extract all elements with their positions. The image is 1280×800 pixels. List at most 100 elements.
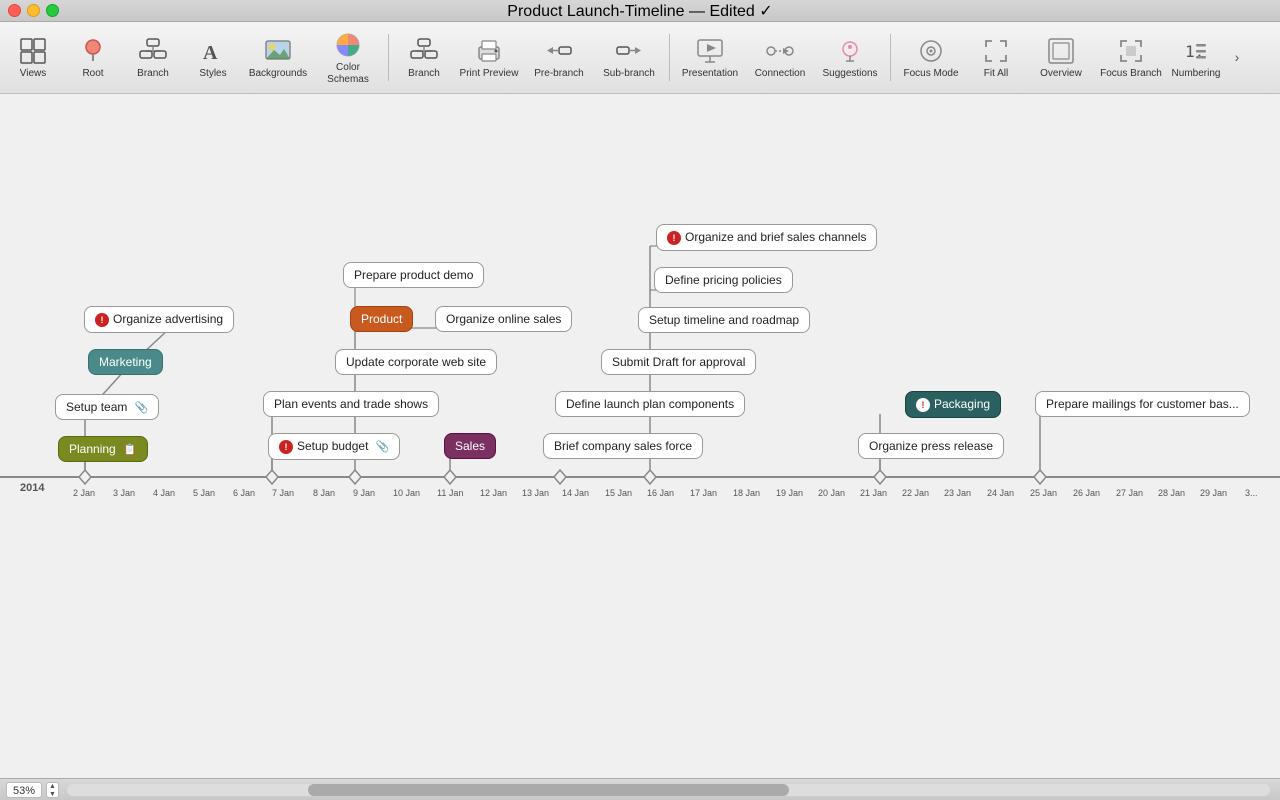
minimize-button[interactable] (27, 4, 40, 17)
tick-4jan: 4 Jan (153, 488, 175, 498)
connection-label: Connection (755, 68, 806, 80)
tick-8jan: 8 Jan (313, 488, 335, 498)
tick-10jan: 10 Jan (393, 488, 420, 498)
pre-branch-icon (545, 37, 573, 65)
tick-24jan: 24 Jan (987, 488, 1014, 498)
node-update-web[interactable]: Update corporate web site (335, 349, 497, 375)
toolbar: Views Root Branch A Styles Backg (0, 22, 1280, 94)
presentation-icon (696, 37, 724, 65)
toolbar-pre-branch-button[interactable]: Pre-branch (525, 26, 593, 88)
tick-13jan: 13 Jan (522, 488, 549, 498)
toolbar-overview-button[interactable]: Overview (1027, 26, 1095, 88)
node-setup-budget[interactable]: !Setup budget 📎 (268, 433, 400, 460)
focus-mode-label: Focus Mode (903, 68, 958, 80)
node-organize-press[interactable]: Organize press release (858, 433, 1004, 459)
toolbar-focus-mode-button[interactable]: Focus Mode (897, 26, 965, 88)
toolbar-more-button[interactable]: › (1227, 26, 1247, 88)
toolbar-suggestions-button[interactable]: Suggestions (816, 26, 884, 88)
tick-3jan: 3 Jan (113, 488, 135, 498)
tick-22jan: 22 Jan (902, 488, 929, 498)
sub-branch-label: Sub-branch (603, 68, 655, 80)
toolbar-numbering-button[interactable]: 1. Numbering (1167, 26, 1225, 88)
toolbar-root-button[interactable]: Root (64, 26, 122, 88)
presentation-label: Presentation (682, 68, 738, 80)
canvas: 2014 2 Jan 3 Jan 4 Jan 5 Jan 6 Jan 7 Jan… (0, 94, 1280, 800)
toolbar-fit-all-button[interactable]: Fit All (967, 26, 1025, 88)
branch2-label: Branch (408, 68, 440, 80)
toolbar-presentation-button[interactable]: Presentation (676, 26, 744, 88)
tick-2jan: 2 Jan (73, 488, 95, 498)
traffic-lights (8, 4, 59, 17)
toolbar-sep-2 (669, 34, 670, 81)
node-define-launch[interactable]: Define launch plan components (555, 391, 745, 417)
maximize-button[interactable] (46, 4, 59, 17)
print-preview-label: Print Preview (460, 68, 519, 80)
node-organize-advertising[interactable]: !Organize advertising (84, 306, 234, 333)
tick-28jan: 28 Jan (1158, 488, 1185, 498)
toolbar-styles-button[interactable]: A Styles (184, 26, 242, 88)
backgrounds-icon (264, 37, 292, 65)
overview-label: Overview (1040, 68, 1082, 80)
node-packaging[interactable]: !Packaging (905, 391, 1001, 418)
pre-branch-label: Pre-branch (534, 68, 583, 80)
node-setup-team[interactable]: Setup team 📎 (55, 394, 159, 420)
node-organize-online-sales[interactable]: Organize online sales (435, 306, 572, 332)
node-setup-timeline[interactable]: Setup timeline and roadmap (638, 307, 810, 333)
styles-icon: A (199, 37, 227, 65)
tick-12jan: 12 Jan (480, 488, 507, 498)
tick-23jan: 23 Jan (944, 488, 971, 498)
toolbar-branch2-button[interactable]: Branch (395, 26, 453, 88)
node-prepare-demo[interactable]: Prepare product demo (343, 262, 484, 288)
horizontal-scrollbar[interactable] (67, 784, 1270, 796)
numbering-label: Numbering (1172, 68, 1221, 80)
branch-icon (139, 37, 167, 65)
toolbar-sep-1 (388, 34, 389, 81)
toolbar-color-schemas-button[interactable]: Color Schemas (314, 26, 382, 88)
close-button[interactable] (8, 4, 21, 17)
node-plan-events[interactable]: Plan events and trade shows (263, 391, 439, 417)
root-icon (79, 37, 107, 65)
node-marketing[interactable]: Marketing (88, 349, 163, 375)
tick-20jan: 20 Jan (818, 488, 845, 498)
tick-5jan: 5 Jan (193, 488, 215, 498)
toolbar-views-button[interactable]: Views (4, 26, 62, 88)
node-sales[interactable]: Sales (444, 433, 496, 459)
year-label: 2014 (20, 482, 44, 494)
toolbar-print-preview-button[interactable]: Print Preview (455, 26, 523, 88)
styles-label: Styles (199, 68, 226, 80)
toolbar-sep-3 (890, 34, 891, 81)
toolbar-branch-button[interactable]: Branch (124, 26, 182, 88)
views-label: Views (20, 68, 47, 80)
fit-all-label: Fit All (984, 68, 1008, 80)
tick-19jan: 19 Jan (776, 488, 803, 498)
node-submit-draft[interactable]: Submit Draft for approval (601, 349, 756, 375)
tick-11jan: 11 Jan (437, 488, 463, 498)
sub-branch-icon (615, 37, 643, 65)
suggestions-icon (836, 37, 864, 65)
print-icon (475, 37, 503, 65)
overview-icon (1047, 37, 1075, 65)
numbering-icon: 1. (1182, 37, 1210, 65)
zoom-stepper[interactable]: ▲ ▼ (46, 782, 59, 798)
node-planning[interactable]: Planning 📋 (58, 436, 148, 462)
svg-text:A: A (203, 42, 218, 64)
tick-25jan: 25 Jan (1030, 488, 1057, 498)
node-define-pricing[interactable]: Define pricing policies (654, 267, 793, 293)
node-product[interactable]: Product (350, 306, 413, 332)
tick-14jan: 14 Jan (562, 488, 589, 498)
toolbar-backgrounds-button[interactable]: Backgrounds (244, 26, 312, 88)
zoom-up[interactable]: ▲ (47, 783, 58, 791)
toolbar-sub-branch-button[interactable]: Sub-branch (595, 26, 663, 88)
node-prepare-mailings[interactable]: Prepare mailings for customer bas... (1035, 391, 1250, 417)
node-brief-sales-force[interactable]: Brief company sales force (543, 433, 703, 459)
views-icon (19, 37, 47, 65)
scrollbar-thumb[interactable] (308, 784, 789, 796)
zoom-down[interactable]: ▼ (47, 791, 58, 798)
node-organize-brief-sales[interactable]: !Organize and brief sales channels (656, 224, 877, 251)
toolbar-focus-branch-button[interactable]: Focus Branch (1097, 26, 1165, 88)
color-schemas-icon (334, 31, 362, 59)
toolbar-connection-button[interactable]: Connection (746, 26, 814, 88)
tick-21jan: 21 Jan (860, 488, 887, 498)
color-schemas-label: Color Schemas (316, 62, 380, 86)
tick-6jan: 6 Jan (233, 488, 255, 498)
